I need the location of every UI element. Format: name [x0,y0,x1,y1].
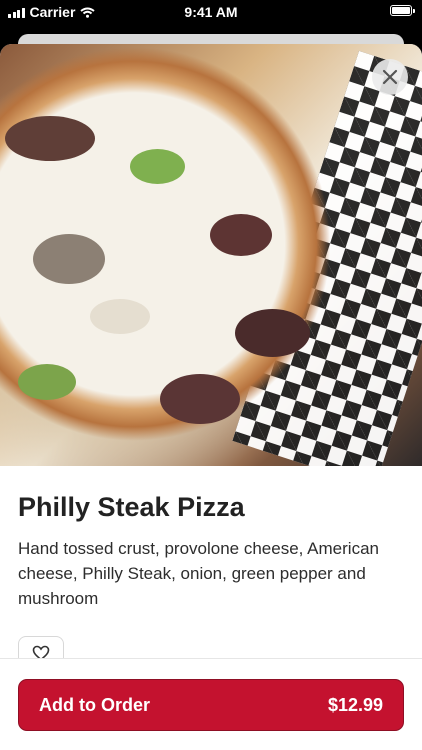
close-icon [382,69,398,85]
add-to-order-button[interactable]: Add to Order $12.99 [18,679,404,731]
bottom-action-bar: Add to Order $12.99 [0,658,422,750]
steak-topping [235,309,310,357]
steak-topping [210,214,272,256]
steak-topping [5,116,95,161]
item-detail-sheet: Philly Steak Pizza Hand tossed crust, pr… [0,44,422,750]
green-pepper-topping [18,364,76,400]
add-to-order-label: Add to Order [39,694,150,715]
green-pepper-topping [130,149,185,184]
item-price: $12.99 [327,694,383,715]
cheese-topping [90,299,150,334]
pizza-photo [0,44,422,466]
clock: 9:41 AM [184,4,238,20]
status-bar: Carrier 9:41 AM [0,0,422,26]
close-button[interactable] [372,59,408,95]
item-title: Philly Steak Pizza [18,492,245,522]
steak-topping [160,374,240,424]
item-description: Hand tossed crust, provolone cheese, Ame… [18,539,379,608]
battery-icon [390,5,415,16]
mushroom-topping [33,234,105,284]
